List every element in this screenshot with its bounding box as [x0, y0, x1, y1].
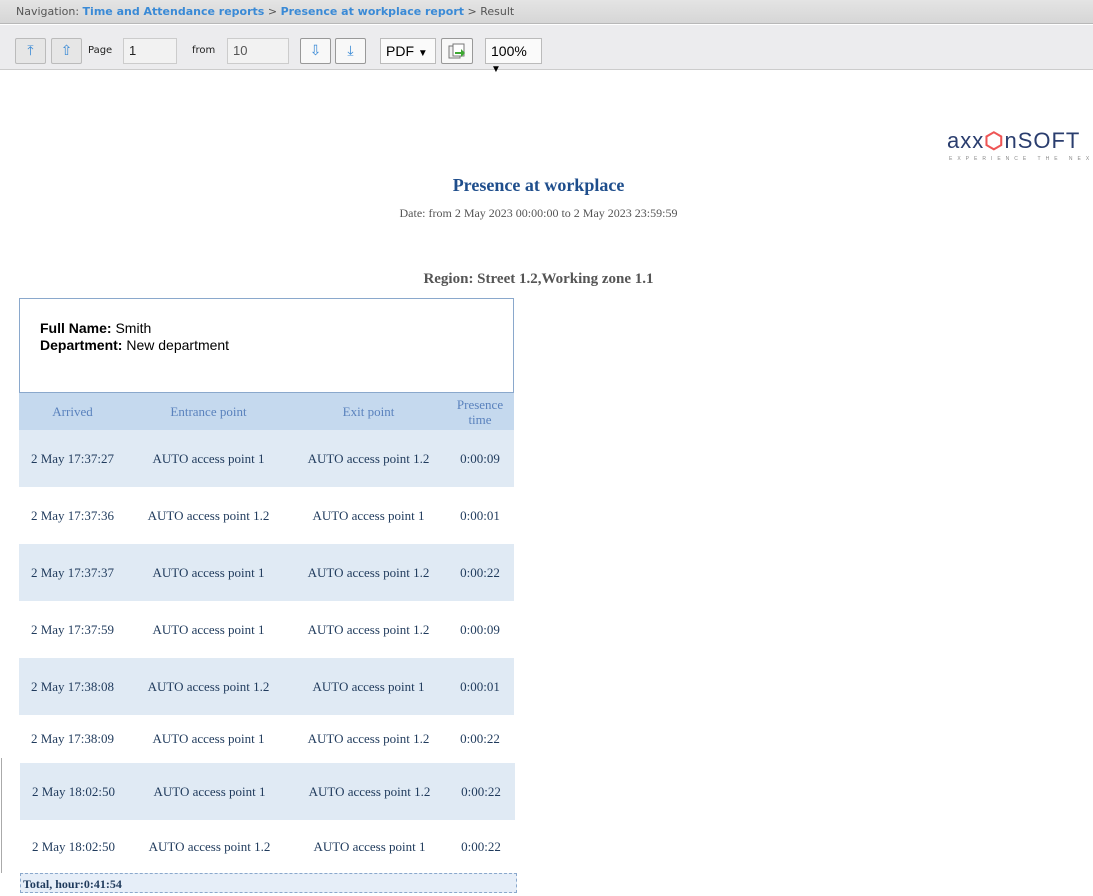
format-select[interactable]: PDF ▼	[380, 38, 436, 64]
prev-page-button[interactable]: ⇧	[51, 38, 82, 64]
cell-exit-point: AUTO access point 1	[313, 838, 426, 854]
cell-entrance-point: AUTO access point 1	[152, 731, 265, 746]
cell-arrived: 2 May 17:37:37	[30, 564, 115, 580]
column-exit-point: Exit point	[342, 403, 395, 419]
total-hours: Total, hour:0:41:54	[20, 873, 517, 893]
breadcrumb-label: Navigation:	[16, 5, 80, 18]
breadcrumb-presence-report[interactable]: Presence at workplace report	[281, 5, 464, 18]
first-page-button[interactable]: ⤒	[15, 38, 46, 64]
from-label: from	[192, 45, 216, 56]
table-row: 2 May 17:37:59 AUTO access point 1 AUTO ac…	[19, 601, 514, 658]
cell-arrived: 2 May 18:02:50	[31, 838, 116, 854]
zoom-select[interactable]: 100% ▼	[485, 38, 542, 75]
cell-exit-point: AUTO access point 1	[312, 507, 425, 523]
chevron-down-icon: ▼	[491, 64, 501, 75]
table-row: 2 May 17:37:27 AUTO access point 1 AUTO ac…	[19, 430, 514, 487]
cell-exit-point: AUTO access point 1.2	[307, 564, 430, 580]
arrow-up-bar-icon: ⤒	[27, 43, 34, 59]
cell-presence-time: 0:00:09	[460, 621, 500, 637]
arrow-up-icon: ⇧	[60, 43, 73, 59]
report-region: Region: Street 1.2,Working zone 1.1	[423, 271, 654, 287]
cell-presence-time: 0:00:01	[460, 678, 500, 694]
arrow-down-icon: ⇩	[309, 43, 322, 59]
report-title: Presence at workplace	[452, 175, 625, 195]
column-entrance-point: Entrance point	[170, 403, 247, 419]
cell-exit-point: AUTO access point 1.2	[307, 621, 430, 637]
format-value: PDF	[386, 43, 414, 59]
full-name-label: Full Name:	[40, 320, 112, 336]
table-row: 2 May 17:37:37 AUTO access point 1 AUTO ac…	[19, 544, 514, 601]
table-row: 2 May 18:02:50 AUTO access point 1.2 AUTO …	[20, 820, 515, 873]
cell-arrived: 2 May 17:38:08	[30, 678, 115, 694]
cell-exit-point: AUTO access point 1	[312, 678, 425, 694]
department-value: New department	[126, 337, 230, 353]
report-date-range: Date: from 2 May 2023 00:00:00 to 2 May …	[399, 206, 678, 220]
cell-entrance-point: AUTO access point 1.2	[147, 678, 270, 694]
column-arrived: Arrived	[52, 403, 93, 419]
cell-arrived: 2 May 17:38:09	[30, 731, 115, 746]
cell-presence-time: 0:00:22	[461, 783, 501, 799]
table-row: 2 May 17:38:08 AUTO access point 1.2 AUTO …	[19, 658, 514, 715]
cell-entrance-point: AUTO access point 1.2	[147, 507, 270, 523]
table-row: 2 May 17:38:09 AUTO access point 1 AUTO ac…	[19, 715, 514, 763]
page-label: Page	[88, 45, 113, 56]
cell-exit-point: AUTO access point 1.2	[307, 731, 430, 746]
cell-presence-time: 0:00:22	[460, 564, 500, 580]
chevron-down-icon: ▼	[417, 48, 428, 59]
cell-entrance-point: AUTO access point 1	[152, 564, 265, 580]
cell-arrived: 2 May 17:37:36	[30, 507, 115, 523]
cell-entrance-point: AUTO access point 1	[152, 621, 265, 637]
total-pages-field: 10	[227, 38, 289, 64]
cell-arrived: 2 May 17:37:27	[30, 450, 115, 466]
cell-presence-time: 0:00:09	[460, 450, 500, 466]
page-input[interactable]: 1	[123, 38, 177, 64]
cell-entrance-point: AUTO access point 1	[152, 450, 265, 466]
cell-presence-time: 0:00:22	[460, 731, 500, 746]
arrow-down-bar-icon: ⤓	[347, 43, 354, 59]
breadcrumb-separator: >	[267, 5, 278, 18]
axxonsoft-logo: axx⬡nSOFT EXPERIENCE THE NEXT	[947, 128, 1093, 162]
cell-presence-time: 0:00:01	[460, 507, 500, 523]
next-page-button[interactable]: ⇩	[300, 38, 331, 64]
cell-presence-time: 0:00:22	[461, 838, 501, 854]
cell-arrived: 2 May 17:37:59	[30, 621, 115, 637]
cell-entrance-point: AUTO access point 1.2	[148, 838, 271, 854]
column-presence-time: Presence time	[456, 396, 504, 427]
cell-exit-point: AUTO access point 1.2	[307, 450, 430, 466]
full-name-value: Smith	[115, 320, 152, 336]
toolbar: ⤒ ⇧ Page 1 from 10 ⇩ ⤓ PDF ▼ 100% ▼	[0, 25, 1093, 75]
employee-card: Full Name: Smith Department: New departm…	[19, 298, 514, 393]
cell-arrived: 2 May 18:02:50	[31, 783, 116, 799]
breadcrumb-current: Result	[480, 5, 515, 18]
export-button[interactable]	[441, 38, 473, 64]
cell-exit-point: AUTO access point 1.2	[308, 783, 431, 799]
table-row: 2 May 18:02:50 AUTO access point 1 AUTO ac…	[20, 763, 515, 820]
breadcrumb-time-attendance[interactable]: Time and Attendance reports	[83, 5, 265, 18]
table-row: 2 May 17:37:36 AUTO access point 1.2 AUTO …	[19, 487, 514, 544]
breadcrumb-separator: >	[467, 5, 477, 18]
breadcrumb: Navigation: Time and Attendance reports …	[0, 0, 1093, 24]
zoom-value: 100%	[491, 43, 527, 59]
export-icon	[448, 43, 465, 59]
department-label: Department:	[40, 337, 123, 353]
divider	[1, 758, 2, 873]
last-page-button[interactable]: ⤓	[335, 38, 366, 64]
table-header: Arrived Entrance point Exit point Presen…	[19, 393, 514, 430]
cell-entrance-point: AUTO access point 1	[153, 783, 266, 799]
